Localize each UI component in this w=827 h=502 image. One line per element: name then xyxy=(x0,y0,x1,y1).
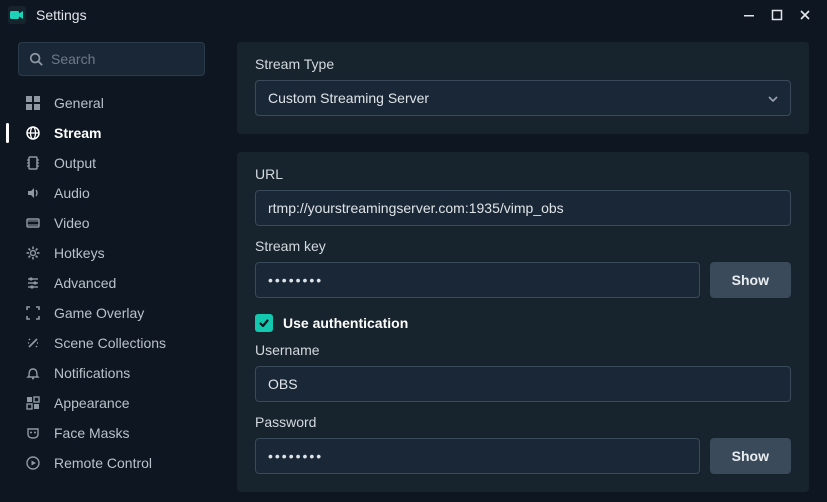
use-auth-checkbox[interactable] xyxy=(255,314,273,332)
sliders-icon xyxy=(24,276,42,290)
nav-label: Appearance xyxy=(54,395,130,411)
nav-list: General Stream Output Audio xyxy=(0,88,215,478)
show-password-button[interactable]: Show xyxy=(710,438,791,474)
search-placeholder: Search xyxy=(51,51,95,67)
nav-label: Notifications xyxy=(54,365,130,381)
password-value: •••••••• xyxy=(268,448,323,464)
main-content: Stream Type Custom Streaming Server URL … xyxy=(225,30,827,502)
layout-icon xyxy=(24,396,42,410)
use-auth-label: Use authentication xyxy=(283,315,408,331)
nav-label: Hotkeys xyxy=(54,245,105,261)
stream-key-input[interactable]: •••••••• xyxy=(255,262,700,298)
chevron-down-icon xyxy=(768,91,778,105)
nav-label: Face Masks xyxy=(54,425,129,441)
password-input[interactable]: •••••••• xyxy=(255,438,700,474)
nav-label: Game Overlay xyxy=(54,305,144,321)
url-input[interactable]: rtmp://yourstreamingserver.com:1935/vimp… xyxy=(255,190,791,226)
username-value: OBS xyxy=(268,376,298,392)
username-label: Username xyxy=(255,342,791,358)
stream-key-label: Stream key xyxy=(255,238,791,254)
url-value: rtmp://yourstreamingserver.com:1935/vimp… xyxy=(268,200,564,216)
nav-face-masks[interactable]: Face Masks xyxy=(0,418,215,448)
close-button[interactable] xyxy=(791,1,819,29)
nav-label: Video xyxy=(54,215,90,231)
stream-details-pane: URL rtmp://yourstreamingserver.com:1935/… xyxy=(237,152,809,492)
stream-type-select[interactable]: Custom Streaming Server xyxy=(255,80,791,116)
video-icon xyxy=(24,216,42,230)
titlebar: Settings xyxy=(0,0,827,30)
play-circle-icon xyxy=(24,456,42,470)
maximize-button[interactable] xyxy=(763,1,791,29)
globe-icon xyxy=(24,126,42,140)
nav-hotkeys[interactable]: Hotkeys xyxy=(0,238,215,268)
nav-label: Output xyxy=(54,155,96,171)
nav-label: Remote Control xyxy=(54,455,152,471)
search-icon xyxy=(29,52,43,66)
nav-notifications[interactable]: Notifications xyxy=(0,358,215,388)
bell-icon xyxy=(24,366,42,380)
mask-icon xyxy=(24,426,42,440)
url-label: URL xyxy=(255,166,791,182)
stream-type-value: Custom Streaming Server xyxy=(268,90,429,106)
nav-game-overlay[interactable]: Game Overlay xyxy=(0,298,215,328)
grid-icon xyxy=(24,96,42,110)
use-auth-row[interactable]: Use authentication xyxy=(255,314,791,332)
nav-advanced[interactable]: Advanced xyxy=(0,268,215,298)
nav-output[interactable]: Output xyxy=(0,148,215,178)
nav-general[interactable]: General xyxy=(0,88,215,118)
window-title: Settings xyxy=(36,7,87,23)
nav-video[interactable]: Video xyxy=(0,208,215,238)
minimize-button[interactable] xyxy=(735,1,763,29)
magic-icon xyxy=(24,336,42,350)
password-label: Password xyxy=(255,414,791,430)
nav-appearance[interactable]: Appearance xyxy=(0,388,215,418)
nav-label: General xyxy=(54,95,104,111)
search-input[interactable]: Search xyxy=(18,42,205,76)
nav-label: Scene Collections xyxy=(54,335,166,351)
username-input[interactable]: OBS xyxy=(255,366,791,402)
stream-type-pane: Stream Type Custom Streaming Server xyxy=(237,42,809,134)
nav-label: Stream xyxy=(54,125,101,141)
stream-key-value: •••••••• xyxy=(268,272,323,288)
show-stream-key-button[interactable]: Show xyxy=(710,262,791,298)
audio-icon xyxy=(24,186,42,200)
nav-remote-control[interactable]: Remote Control xyxy=(0,448,215,478)
nav-audio[interactable]: Audio xyxy=(0,178,215,208)
stream-type-label: Stream Type xyxy=(255,56,791,72)
sidebar: Search General Stream Output xyxy=(0,30,225,502)
app-icon xyxy=(8,6,26,24)
nav-label: Audio xyxy=(54,185,90,201)
nav-label: Advanced xyxy=(54,275,116,291)
gear-icon xyxy=(24,246,42,260)
nav-stream[interactable]: Stream xyxy=(0,118,215,148)
output-icon xyxy=(24,156,42,170)
nav-scene-collections[interactable]: Scene Collections xyxy=(0,328,215,358)
expand-icon xyxy=(24,306,42,320)
